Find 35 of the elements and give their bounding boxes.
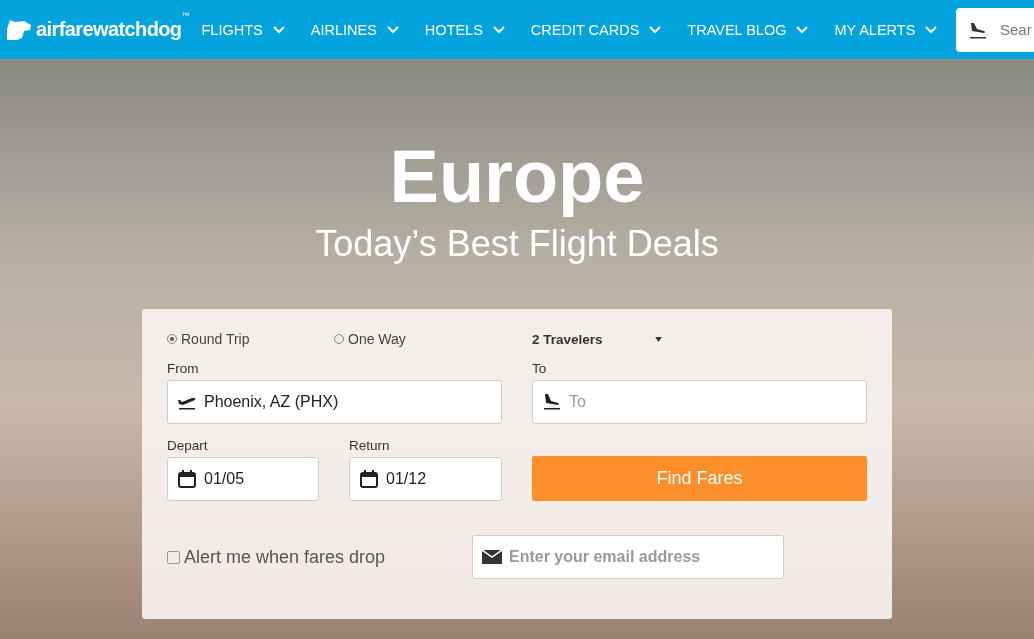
email-field[interactable]: Enter your email address bbox=[472, 535, 784, 579]
chevron-down-icon bbox=[796, 25, 809, 34]
dropdown-arrow-icon bbox=[655, 336, 662, 342]
trip-type-radio[interactable]: Round Trip bbox=[167, 331, 334, 347]
nav-menu-item[interactable]: FLIGHTS bbox=[201, 21, 285, 38]
chevron-down-icon bbox=[386, 25, 399, 34]
nav-menu-item[interactable]: CREDIT CARDS bbox=[530, 21, 662, 38]
trademark-mark: ™ bbox=[181, 10, 190, 20]
checkbox-icon[interactable] bbox=[167, 550, 180, 564]
nav-menu-item[interactable]: MY ALERTS bbox=[834, 21, 938, 38]
travelers-dropdown[interactable]: 2 Travelers bbox=[532, 331, 662, 347]
date-label: Return bbox=[349, 438, 391, 453]
from-label: From bbox=[167, 361, 200, 376]
chevron-down-icon bbox=[925, 25, 938, 34]
chevron-down-icon bbox=[272, 25, 285, 34]
nav-menu-item[interactable]: TRAVEL BLOG bbox=[687, 21, 809, 38]
to-field[interactable]: To bbox=[532, 380, 867, 424]
nav-menu-item[interactable]: AIRLINES bbox=[310, 21, 399, 38]
trip-type-radio[interactable]: One Way bbox=[334, 331, 501, 347]
logo-wordmark[interactable]: airfarewatchdog bbox=[36, 18, 182, 41]
nav-menu-item[interactable]: HOTELS bbox=[424, 21, 505, 38]
alert-checkbox[interactable]: Alert me when fares drop bbox=[167, 535, 386, 579]
hero-subtitle: Today’s Best Flight Deals bbox=[315, 223, 719, 265]
search-field[interactable]: Sear bbox=[956, 7, 1034, 52]
radio-icon[interactable] bbox=[334, 334, 344, 344]
chevron-down-icon bbox=[492, 25, 505, 34]
date-field[interactable]: 01/05 bbox=[167, 457, 319, 501]
date-label: Depart bbox=[167, 438, 209, 453]
from-field[interactable]: Phoenix, AZ (PHX) bbox=[167, 380, 502, 424]
find-fares-button[interactable]: Find Fares bbox=[532, 456, 867, 501]
radio-icon[interactable] bbox=[167, 334, 177, 344]
hero-title: Europe bbox=[389, 137, 645, 217]
to-label: To bbox=[532, 361, 548, 376]
date-field[interactable]: 01/12 bbox=[349, 457, 502, 501]
chevron-down-icon bbox=[649, 25, 662, 34]
